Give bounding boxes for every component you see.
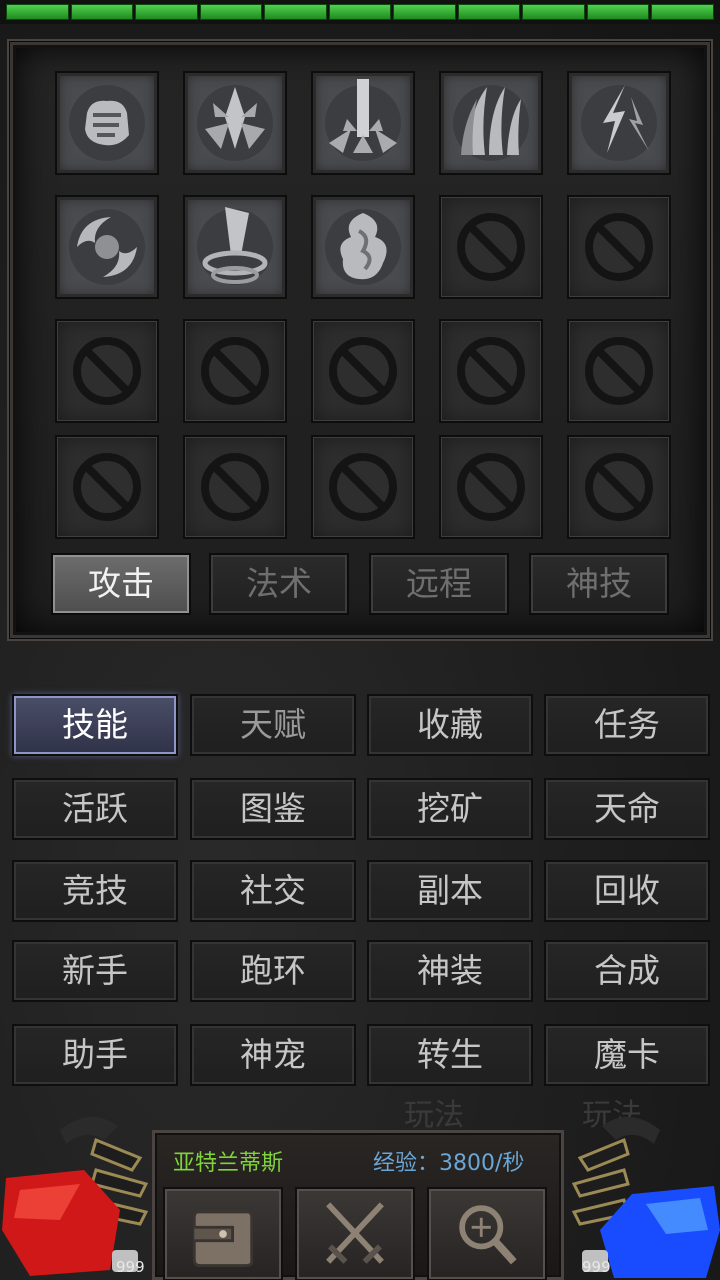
menu-assistant-button[interactable]: 助手 (12, 1024, 178, 1086)
locked-icon (457, 337, 525, 405)
light-pillar-icon (325, 79, 401, 161)
menu-quest-button[interactable]: 任务 (544, 694, 710, 756)
crystal-burst-icon (197, 85, 273, 161)
whirlwind-icon (69, 209, 145, 285)
main-menu-grid: 技能 天赋 收藏 任务 活跃 图鉴 挖矿 天命 竞技 社交 副本 回收 新手 跑… (12, 694, 710, 1090)
health-bar-segment (328, 4, 392, 20)
menu-skills-button[interactable]: 技能 (12, 694, 178, 756)
health-bar-segment (264, 4, 327, 20)
vortex-icon (197, 207, 273, 285)
equipment-button[interactable] (295, 1187, 415, 1280)
tab-attack[interactable]: 攻击 (51, 553, 191, 615)
skill-slot-grid (55, 71, 675, 561)
locked-icon (585, 337, 653, 405)
menu-social-button[interactable]: 社交 (190, 860, 356, 922)
health-bar-segment (6, 4, 69, 20)
player-hud: 亚特兰蒂斯 经验：3800/秒 (152, 1130, 564, 1280)
tab-spell[interactable]: 法术 (209, 553, 349, 615)
health-bar-segment (199, 4, 263, 20)
menu-rebirth-button[interactable]: 转生 (367, 1024, 533, 1086)
locked-icon (585, 453, 653, 521)
menu-talent-button[interactable]: 天赋 (190, 694, 356, 756)
hp-orb[interactable] (0, 1100, 150, 1280)
skill-slot[interactable] (55, 195, 159, 299)
skill-slot[interactable] (311, 195, 415, 299)
menu-recycle-button[interactable]: 回收 (544, 860, 710, 922)
mp-crystal-icon (571, 1116, 720, 1278)
menu-arena-button[interactable]: 竞技 (12, 860, 178, 922)
locked-icon (329, 337, 397, 405)
health-bar-segment (651, 4, 715, 20)
menu-divine-pet-button[interactable]: 神宠 (190, 1024, 356, 1086)
skill-slot-locked[interactable] (439, 195, 543, 299)
locked-icon (201, 337, 269, 405)
skill-slot-locked[interactable] (567, 319, 671, 423)
search-button[interactable] (427, 1187, 547, 1280)
spirit-flame-icon (325, 209, 401, 285)
skill-slot-locked[interactable] (311, 319, 415, 423)
locked-icon (585, 213, 653, 281)
menu-loop-quest-button[interactable]: 跑环 (190, 940, 356, 1002)
magnifier-icon (459, 1205, 517, 1265)
health-bar-segment (457, 4, 521, 20)
fist-icon (69, 85, 145, 161)
menu-newbie-button[interactable]: 新手 (12, 940, 178, 1002)
skill-slot-locked[interactable] (55, 319, 159, 423)
menu-codex-button[interactable]: 图鉴 (190, 778, 356, 840)
gameplay-watermark: 玩法 (404, 1098, 464, 1133)
skill-slot-locked[interactable] (183, 435, 287, 539)
skill-slot[interactable] (567, 71, 671, 175)
skill-panel: 攻击 法术 远程 神技 (7, 39, 713, 641)
menu-destiny-button[interactable]: 天命 (544, 778, 710, 840)
health-bar-segment (586, 4, 650, 20)
bag-button[interactable] (163, 1187, 283, 1280)
menu-mining-button[interactable]: 挖矿 (367, 778, 533, 840)
locked-icon (457, 453, 525, 521)
player-name: 亚特兰蒂斯 (173, 1151, 284, 1176)
locked-icon (73, 453, 141, 521)
health-bar-segment (70, 4, 134, 20)
health-bar-segment (522, 4, 585, 20)
skill-slot-locked[interactable] (439, 319, 543, 423)
skill-slot[interactable] (439, 71, 543, 175)
skill-slot[interactable] (55, 71, 159, 175)
locked-icon (329, 453, 397, 521)
skill-slot-locked[interactable] (183, 319, 287, 423)
hp-crystal-icon (2, 1116, 149, 1276)
tab-ranged[interactable]: 远程 (369, 553, 509, 615)
menu-activity-button[interactable]: 活跃 (12, 778, 178, 840)
skill-category-tabs: 攻击 法术 远程 神技 (51, 553, 673, 615)
skill-slot-locked[interactable] (311, 435, 415, 539)
health-bar-segment (135, 4, 198, 20)
menu-dungeon-button[interactable]: 副本 (367, 860, 533, 922)
mp-potion-count: 999 (582, 1258, 611, 1276)
bag-icon (192, 1210, 254, 1268)
claw-slash-icon (453, 85, 529, 161)
skill-slot-locked[interactable] (439, 435, 543, 539)
locked-icon (457, 213, 525, 281)
exp-rate: 经验：3800/秒 (373, 1151, 525, 1176)
menu-magic-card-button[interactable]: 魔卡 (544, 1024, 710, 1086)
hp-potion-count: 999 (116, 1258, 145, 1276)
skill-slot[interactable] (183, 71, 287, 175)
skill-slot-locked[interactable] (567, 435, 671, 539)
health-bar (0, 0, 720, 24)
tab-divine-skill[interactable]: 神技 (529, 553, 669, 615)
locked-icon (73, 337, 141, 405)
mp-orb[interactable] (570, 1100, 720, 1280)
health-bar-segment (393, 4, 456, 20)
skill-slot[interactable] (311, 71, 415, 175)
skill-slot-locked[interactable] (567, 195, 671, 299)
menu-collection-button[interactable]: 收藏 (367, 694, 533, 756)
locked-icon (201, 453, 269, 521)
crossed-swords-icon (326, 1202, 384, 1264)
skill-slot[interactable] (183, 195, 287, 299)
lightning-strike-icon (581, 85, 657, 161)
menu-divine-gear-button[interactable]: 神装 (367, 940, 533, 1002)
skill-slot-locked[interactable] (55, 435, 159, 539)
menu-synthesis-button[interactable]: 合成 (544, 940, 710, 1002)
